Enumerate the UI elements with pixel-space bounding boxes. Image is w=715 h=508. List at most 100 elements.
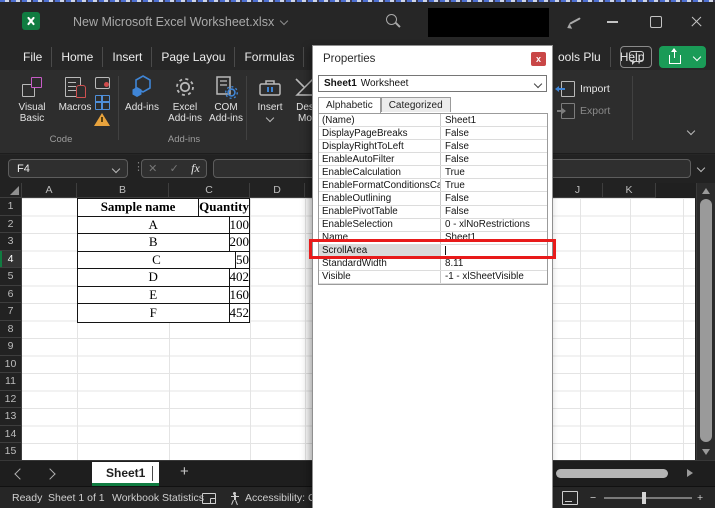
scroll-right-icon[interactable]	[687, 469, 693, 477]
new-sheet-button[interactable]: +	[180, 463, 189, 480]
column-header[interactable]: B	[77, 183, 169, 198]
properties-title-bar[interactable]: Properties x	[313, 46, 552, 72]
sample-name-cell[interactable]: A	[78, 217, 230, 234]
property-row[interactable]: (Name) Sheet1	[319, 114, 547, 127]
enter-icon[interactable]: ✓	[170, 162, 179, 175]
page-layout-view-button[interactable]	[562, 487, 578, 508]
property-row[interactable]: StandardWidth 8.11	[319, 258, 547, 271]
sheet-tab-active[interactable]: Sheet1	[92, 462, 159, 486]
zoom-slider-track[interactable]	[604, 497, 692, 499]
export-button[interactable]: Export	[558, 102, 610, 119]
title-dropdown-icon[interactable]	[280, 17, 288, 25]
scroll-down-icon[interactable]	[702, 449, 710, 455]
maximize-button[interactable]	[634, 0, 678, 44]
quantity-cell[interactable]: 50	[236, 252, 249, 269]
quantity-cell[interactable]: 160	[230, 287, 250, 304]
ribbon-tab[interactable]: File	[14, 47, 51, 67]
row-header[interactable]: 5	[0, 268, 22, 286]
property-row[interactable]: EnableFormatConditionsCalculation True	[319, 179, 547, 192]
sample-name-cell[interactable]: E	[78, 287, 230, 304]
collapse-ribbon-icon[interactable]	[687, 127, 695, 135]
row-header[interactable]: 1	[0, 198, 22, 216]
tab-categorized[interactable]: Categorized	[381, 97, 451, 112]
controls-insert-button[interactable]: Insert	[252, 74, 288, 121]
property-value[interactable]: -1 - xlSheetVisible	[441, 271, 547, 283]
import-button[interactable]: Import	[558, 80, 610, 97]
quantity-cell[interactable]: 200	[230, 234, 250, 251]
vertical-scroll-thumb[interactable]	[700, 199, 712, 442]
property-row[interactable]: EnableSelection 0 - xlNoRestrictions	[319, 219, 547, 232]
zoom-out-button[interactable]: −	[590, 487, 596, 508]
object-dropdown[interactable]: Sheet1 Worksheet	[318, 75, 547, 92]
cell-b1[interactable]: Sample name	[78, 199, 199, 216]
macro-security-button[interactable]	[94, 111, 114, 129]
sample-name-cell[interactable]: C	[78, 252, 236, 269]
row-header[interactable]: 13	[0, 408, 22, 426]
row-header[interactable]: 4	[0, 251, 22, 269]
row-header[interactable]: 12	[0, 391, 22, 409]
minimize-button[interactable]	[590, 0, 634, 44]
row-header[interactable]: 11	[0, 373, 22, 391]
property-value[interactable]: 8.11	[441, 258, 547, 270]
row-header[interactable]: 14	[0, 426, 22, 444]
ribbon-tab[interactable]: Insert	[102, 47, 151, 67]
properties-close-button[interactable]: x	[531, 52, 546, 66]
macros-button[interactable]: Macros	[56, 74, 94, 113]
column-header[interactable]: C	[169, 183, 250, 198]
expand-formula-bar-icon[interactable]	[697, 164, 705, 172]
zoom-in-button[interactable]: +	[697, 487, 703, 508]
row-header[interactable]: 2	[0, 216, 22, 234]
workbook-statistics-button[interactable]: Workbook Statistics	[112, 487, 204, 508]
sample-name-cell[interactable]: F	[78, 304, 230, 322]
property-value[interactable]: False	[441, 127, 547, 139]
quantity-cell[interactable]: 100	[230, 217, 250, 234]
record-macro-button[interactable]	[94, 75, 114, 93]
row-header[interactable]: 6	[0, 286, 22, 304]
property-value[interactable]: False	[441, 192, 547, 204]
column-header[interactable]: A	[22, 183, 77, 198]
relative-references-button[interactable]	[94, 93, 114, 111]
property-value[interactable]: True	[441, 166, 547, 178]
com-add-ins-button[interactable]: COM Add-ins	[208, 74, 244, 124]
property-row[interactable]: Visible -1 - xlSheetVisible	[319, 271, 547, 284]
ribbon-tab[interactable]: Page Layou	[151, 47, 234, 67]
column-header[interactable]: K	[603, 183, 656, 198]
property-value[interactable]: False	[441, 153, 547, 165]
property-value[interactable]: Sheet1	[441, 114, 547, 126]
property-value[interactable]: True	[441, 179, 547, 191]
excel-logo-icon[interactable]	[22, 12, 40, 30]
property-row[interactable]: EnableOutlining False	[319, 192, 547, 205]
search-icon[interactable]	[386, 14, 402, 30]
next-sheet-icon[interactable]	[44, 468, 55, 479]
property-row[interactable]: EnableCalculation True	[319, 166, 547, 179]
tab-alphabetic[interactable]: Alphabetic	[318, 97, 381, 113]
property-row[interactable]: DisplayPageBreaks False	[319, 127, 547, 140]
property-value[interactable]: False	[441, 140, 547, 152]
select-all-button[interactable]	[0, 183, 22, 198]
insert-function-icon[interactable]: fx	[191, 161, 200, 176]
cell-c1[interactable]: Quantity	[199, 199, 249, 216]
row-header[interactable]: 8	[0, 321, 22, 339]
row-header[interactable]: 7	[0, 303, 22, 321]
ribbon-tab[interactable]: ools Plu	[549, 47, 610, 67]
column-header[interactable]: D	[250, 183, 305, 198]
quantity-cell[interactable]: 402	[230, 269, 250, 286]
zoom-slider-thumb[interactable]	[642, 492, 646, 504]
cancel-icon[interactable]: ✕	[148, 162, 157, 175]
ribbon-tab[interactable]: Formulas	[234, 47, 303, 67]
display-settings-button[interactable]	[202, 487, 216, 508]
visual-basic-button[interactable]: Visual Basic	[8, 74, 56, 124]
quantity-cell[interactable]: 452	[230, 304, 250, 322]
property-value[interactable]: False	[441, 206, 547, 218]
previous-sheet-icon[interactable]	[14, 468, 25, 479]
sample-name-cell[interactable]: D	[78, 269, 230, 286]
name-box[interactable]: F4	[8, 159, 128, 178]
property-row[interactable]: EnablePivotTable False	[319, 206, 547, 219]
row-header[interactable]: 3	[0, 233, 22, 251]
row-header[interactable]: 10	[0, 356, 22, 374]
pen-icon[interactable]	[567, 15, 583, 29]
sample-name-cell[interactable]: B	[78, 234, 230, 251]
property-value[interactable]: 0 - xlNoRestrictions	[441, 219, 547, 231]
property-row[interactable]: EnableAutoFilter False	[319, 153, 547, 166]
add-ins-button[interactable]: Add-ins	[124, 74, 160, 113]
